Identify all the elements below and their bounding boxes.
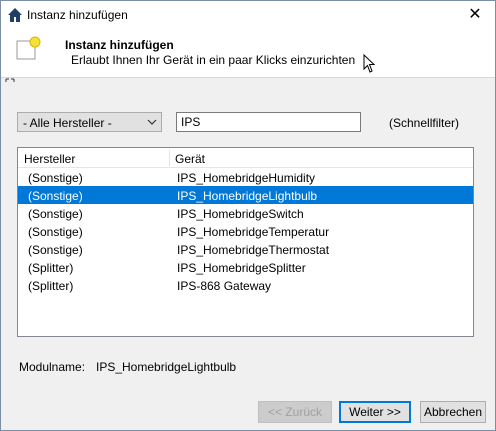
back-button[interactable]: << Zurück — [258, 401, 332, 423]
row-manufacturer: (Sonstige) — [28, 225, 83, 239]
row-device: IPS_HomebridgeLightbulb — [177, 189, 318, 203]
row-manufacturer: (Sonstige) — [28, 243, 83, 257]
row-manufacturer: (Sonstige) — [28, 171, 83, 185]
header-title: Instanz hinzufügen — [65, 38, 174, 52]
row-device: IPS_HomebridgeSwitch — [177, 207, 304, 221]
wizard-header: Instanz hinzufügen Erlaubt Ihnen Ihr Ger… — [1, 30, 495, 78]
quick-filter-label: (Schnellfilter) — [389, 116, 460, 130]
manufacturer-selected: - Alle Hersteller - — [23, 116, 112, 130]
column-divider[interactable] — [169, 150, 170, 166]
row-manufacturer: (Sonstige) — [28, 207, 83, 221]
row-device: IPS_HomebridgeThermostat — [177, 243, 330, 257]
device-list[interactable]: Hersteller Gerät (Sonstige) IPS_Homebrid… — [17, 147, 474, 337]
table-row[interactable]: (Sonstige) IPS_HomebridgeThermostat — [18, 240, 473, 258]
resize-grip-icon — [5, 78, 15, 82]
mouse-cursor-icon — [363, 54, 376, 73]
table-row[interactable]: (Sonstige) IPS_HomebridgeHumidity — [18, 168, 473, 186]
column-header-device[interactable]: Gerät — [175, 152, 205, 166]
table-row-selected[interactable]: (Sonstige) IPS_HomebridgeLightbulb — [18, 186, 473, 204]
table-row[interactable]: (Sonstige) IPS_HomebridgeTemperatur — [18, 222, 473, 240]
chevron-down-icon — [147, 119, 157, 125]
close-icon[interactable]: ✕ — [465, 5, 485, 25]
quick-filter-input[interactable] — [176, 112, 361, 132]
title-bar: Instanz hinzufügen ✕ — [1, 1, 495, 30]
table-row[interactable]: (Splitter) IPS_HomebridgeSplitter — [18, 258, 473, 276]
table-row[interactable]: (Sonstige) IPS_HomebridgeSwitch — [18, 204, 473, 222]
column-header-manufacturer[interactable]: Hersteller — [24, 152, 75, 166]
row-device: IPS_HomebridgeTemperatur — [177, 225, 330, 239]
manufacturer-dropdown[interactable]: - Alle Hersteller - — [17, 112, 162, 132]
row-manufacturer: (Splitter) — [28, 261, 74, 275]
window-title: Instanz hinzufügen — [27, 8, 128, 22]
table-row[interactable]: (Splitter) IPS-868 Gateway — [18, 276, 473, 294]
row-device: IPS_HomebridgeSplitter — [177, 261, 306, 275]
row-manufacturer: (Sonstige) — [28, 189, 83, 203]
home-icon — [8, 8, 22, 22]
cancel-button[interactable]: Abbrechen — [420, 401, 486, 423]
list-header: Hersteller Gerät — [18, 148, 473, 168]
module-name-label: Modulname: — [19, 360, 86, 374]
module-name-value: IPS_HomebridgeLightbulb — [96, 360, 237, 374]
row-manufacturer: (Splitter) — [28, 279, 74, 293]
row-device: IPS-868 Gateway — [177, 279, 272, 293]
header-subtitle: Erlaubt Ihnen Ihr Gerät in ein paar Klic… — [71, 53, 356, 67]
add-instance-dialog: Instanz hinzufügen ✕ Instanz hinzufügen … — [0, 0, 496, 431]
row-device: IPS_HomebridgeHumidity — [177, 171, 316, 185]
next-button[interactable]: Weiter >> — [339, 401, 411, 423]
new-instance-icon — [16, 36, 41, 60]
